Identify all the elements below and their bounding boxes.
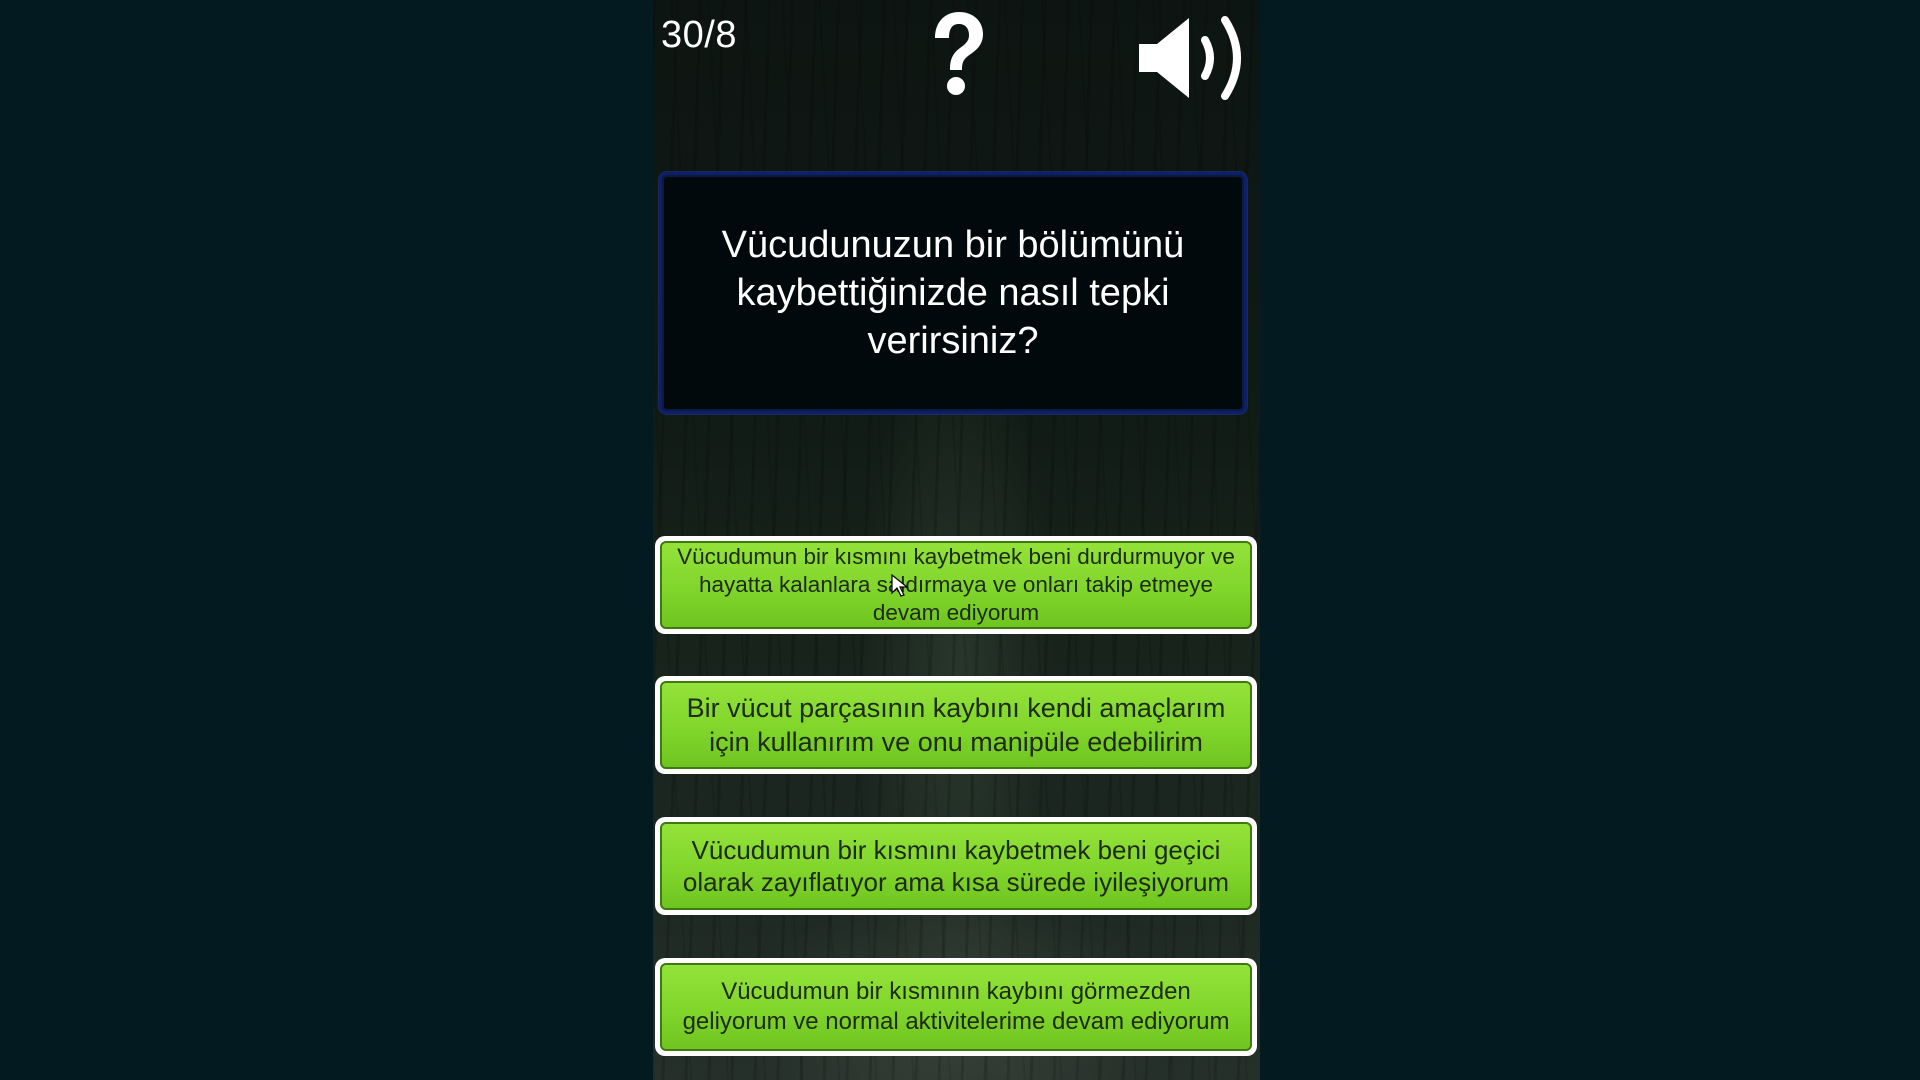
screen-background: 30/8 Vücudunuzun bir bölümünü kaybettiği… [0,0,1920,1080]
answer-button-2[interactable]: Bir vücut parçasının kaybını kendi amaçl… [655,676,1257,774]
game-screen: 30/8 Vücudunuzun bir bölümünü kaybettiği… [653,0,1260,1080]
question-panel: Vücudunuzun bir bölümünü kaybettiğinizde… [659,172,1247,414]
speaker-sound-on-icon[interactable] [1133,12,1251,104]
question-text: Vücudunuzun bir bölümünü kaybettiğinizde… [721,224,1185,362]
answer-button-1[interactable]: Vücudumun bir kısmını kaybetmek beni dur… [655,536,1257,634]
answer-label-2: Bir vücut parçasının kaybını kendi amaçl… [660,681,1252,769]
question-mark-icon[interactable] [923,8,993,98]
answer-button-4[interactable]: Vücudumun bir kısmının kaybını görmezden… [655,958,1257,1056]
answer-button-3[interactable]: Vücudumun bir kısmını kaybetmek beni geç… [655,817,1257,915]
answer-label-3: Vücudumun bir kısmını kaybetmek beni geç… [660,822,1252,910]
question-counter: 30/8 [661,14,737,56]
mouse-cursor-icon [891,573,909,598]
answer-label-4: Vücudumun bir kısmının kaybını görmezden… [660,963,1252,1051]
answer-label-1: Vücudumun bir kısmını kaybetmek beni dur… [660,541,1252,629]
